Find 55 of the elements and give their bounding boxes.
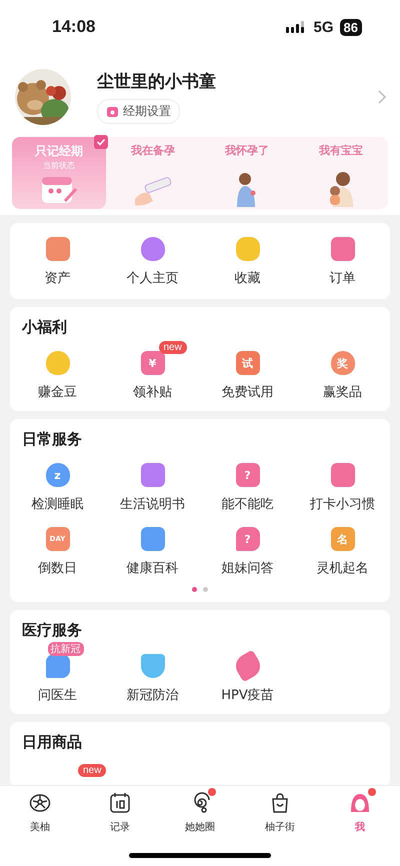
chevron-right-icon[interactable]	[378, 90, 386, 104]
section-title: 医疗服务	[21, 621, 83, 641]
service-item[interactable]: 抗新冠 问医生	[10, 642, 105, 704]
period-settings-button[interactable]: 经期设置	[97, 99, 180, 124]
stage-title: 只记经期	[35, 143, 83, 160]
tab-item[interactable]: 她她圈	[160, 792, 240, 834]
service-item[interactable]: 奖 赢奖品	[295, 339, 390, 401]
yen-icon: ¥	[140, 351, 164, 375]
service-item[interactable]: 赚金豆	[10, 339, 105, 401]
user-name: 尘世里的小书童	[97, 71, 216, 93]
bowl-icon: ?	[236, 463, 260, 487]
section-title: 日用商品	[21, 733, 83, 753]
service-item[interactable]: ¥ new 领补贴	[105, 339, 200, 401]
service-item[interactable]: HPV疫苗	[200, 642, 295, 704]
tab-item[interactable]: 记录	[80, 792, 160, 834]
check-icon	[94, 135, 108, 149]
page-dot[interactable]	[192, 587, 197, 592]
service-item[interactable]: 生活说明书	[105, 451, 200, 513]
shortcut-item[interactable]: 收藏	[200, 225, 295, 287]
flame-icon: 奖	[330, 351, 354, 375]
service-item[interactable]: ? 姐妹问答	[200, 515, 295, 577]
new-badge: new	[78, 764, 106, 777]
service-item[interactable]: 新冠防治	[105, 642, 200, 704]
tab-item[interactable]: 美柚	[0, 792, 80, 834]
book-icon: 名	[330, 527, 354, 551]
page-dot[interactable]	[203, 587, 208, 592]
section-title: 日常服务	[21, 430, 83, 450]
notification-dot	[208, 788, 216, 796]
bag-icon: 试	[236, 351, 260, 375]
speech-bubble-icon: ?	[236, 527, 260, 551]
stage-title: 我在备孕	[131, 143, 175, 158]
section-title: 小福利	[20, 318, 68, 338]
new-badge: new	[158, 341, 187, 354]
stage-title: 我有宝宝	[319, 143, 363, 158]
shortcut-item[interactable]: 订单	[295, 225, 390, 287]
stage-title: 我怀孕了	[225, 143, 269, 158]
moon-icon: z	[46, 463, 70, 487]
stage-subtitle: 当前状态	[43, 160, 75, 171]
status-time: 14:08	[52, 17, 96, 37]
battery-level: 86	[340, 18, 362, 36]
promo-tag: 抗新冠	[48, 642, 84, 656]
notification-dot	[368, 788, 376, 796]
shortcut-item[interactable]: 资产	[10, 225, 105, 287]
service-item[interactable]: 健康百科	[105, 515, 200, 577]
service-item[interactable]: 试 免费试用	[200, 339, 295, 401]
service-item[interactable]: 打卡小习惯	[295, 451, 390, 513]
service-item[interactable]: ? 能不能吃	[200, 451, 295, 513]
service-item[interactable]: 名 灵机起名	[295, 515, 390, 577]
tab-item[interactable]: 柚子街	[240, 792, 320, 834]
service-item[interactable]: z 检测睡眠	[10, 451, 105, 513]
grapefruit-icon	[29, 792, 51, 814]
network-label: 5G	[314, 18, 334, 36]
bag-icon	[269, 792, 291, 814]
shortcut-item[interactable]: 个人主页	[105, 225, 200, 287]
girl-icon	[349, 792, 371, 814]
